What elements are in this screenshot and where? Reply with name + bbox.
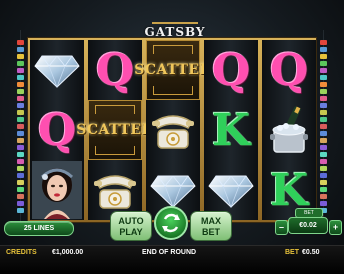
payline-indicator xyxy=(320,145,327,150)
status-bar: CREDITS €1,000.00 END OF ROUND BET €0.50 xyxy=(0,245,344,274)
game-logo: GATSBY xyxy=(144,25,206,39)
payline-indicator xyxy=(17,173,24,178)
payline-indicator xyxy=(17,89,24,94)
payline-indicator xyxy=(17,117,24,122)
payline-indicator xyxy=(320,194,327,199)
payline-indicator xyxy=(320,117,327,122)
payline-indicator xyxy=(320,124,327,129)
bet-status-label: BET xyxy=(285,249,299,256)
reel-3: SCATTER xyxy=(134,40,211,220)
reel-5: QK xyxy=(262,40,316,220)
payline-indicator xyxy=(17,68,24,73)
payline-indicator xyxy=(320,96,327,101)
queen-symbol-letter: Q xyxy=(37,104,77,156)
game-stage: GATSBY Q Q SCATTER SCATTER QK QK 25 LINES… xyxy=(0,0,344,274)
payline-indicator xyxy=(320,201,327,206)
payline-indicator xyxy=(17,131,24,136)
payline-indicator xyxy=(320,152,327,157)
payline-indicator xyxy=(17,40,24,45)
king-symbol-letter: K xyxy=(211,104,251,156)
payline-indicator xyxy=(17,47,24,52)
payline-indicators-left xyxy=(17,40,24,220)
spin-icon xyxy=(162,213,180,233)
autoplay-label-line1: AUTO xyxy=(118,216,144,226)
payline-indicator xyxy=(17,194,24,199)
payline-indicator xyxy=(17,103,24,108)
reel-frame: Q Q SCATTER SCATTER QK QK xyxy=(28,38,316,222)
queen-symbol: Q xyxy=(262,40,316,100)
credits-label: CREDITS xyxy=(6,249,37,256)
payline-indicator xyxy=(320,159,327,164)
scatter-symbol-text: SCATTER xyxy=(76,122,154,138)
bet-selector: BET – €0.02 + xyxy=(275,208,342,238)
payline-indicator xyxy=(320,110,327,115)
lines-button[interactable]: 25 LINES xyxy=(4,221,74,236)
scatter-symbol-text: SCATTER xyxy=(134,62,212,78)
payline-indicator xyxy=(320,82,327,87)
payline-indicator xyxy=(320,40,327,45)
queen-symbol-letter: Q xyxy=(211,44,251,96)
autoplay-label-line2: PLAY xyxy=(119,227,143,237)
payline-indicator xyxy=(320,61,327,66)
payline-indicator xyxy=(17,152,24,157)
payline-indicator xyxy=(320,187,327,192)
payline-indicator xyxy=(320,54,327,59)
credits-value: €1,000.00 xyxy=(52,249,84,256)
queen-symbol-letter: Q xyxy=(95,44,135,96)
payline-indicator xyxy=(320,173,327,178)
payline-indicator xyxy=(17,180,24,185)
bet-decrease-button[interactable]: – xyxy=(275,220,288,235)
payline-indicator xyxy=(17,208,24,213)
scatter-symbol: SCATTER xyxy=(76,100,153,160)
payline-indicator xyxy=(17,82,24,87)
payline-indicator xyxy=(320,138,327,143)
payline-indicator xyxy=(320,68,327,73)
bet-increase-button[interactable]: + xyxy=(329,220,342,235)
payline-indicator xyxy=(17,61,24,66)
maxbet-label-line2: BET xyxy=(202,227,220,237)
payline-indicator xyxy=(320,131,327,136)
bet-status-value: €0.50 xyxy=(302,249,320,256)
payline-indicator xyxy=(320,89,327,94)
diamond-icon xyxy=(30,40,84,100)
payline-indicator xyxy=(17,201,24,206)
telephone-icon xyxy=(146,100,200,160)
payline-indicator xyxy=(17,159,24,164)
payline-indicator xyxy=(17,166,24,171)
payline-indicators-right xyxy=(320,40,327,220)
payline-indicator xyxy=(17,138,24,143)
king-symbol: K xyxy=(204,100,258,160)
payline-indicator xyxy=(320,180,327,185)
flapper-woman-icon xyxy=(30,160,84,220)
queen-symbol-letter: Q xyxy=(269,44,309,96)
payline-indicator xyxy=(17,54,24,59)
bet-selector-value: €0.02 xyxy=(288,217,328,234)
autoplay-button[interactable]: AUTO PLAY xyxy=(110,211,152,241)
payline-indicator xyxy=(17,145,24,150)
max-bet-button[interactable]: MAX BET xyxy=(190,211,232,241)
payline-indicator xyxy=(320,166,327,171)
spin-button[interactable] xyxy=(154,206,188,240)
payline-indicator xyxy=(320,75,327,80)
reel-4: QK xyxy=(204,40,258,220)
payline-indicator xyxy=(17,110,24,115)
queen-symbol: Q xyxy=(204,40,258,100)
scatter-symbol: SCATTER xyxy=(134,40,211,100)
round-status: END OF ROUND xyxy=(142,249,197,256)
maxbet-label-line1: MAX xyxy=(201,216,221,226)
payline-indicator xyxy=(17,187,24,192)
payline-indicator xyxy=(17,96,24,101)
champagne-bucket-icon xyxy=(262,100,316,160)
payline-indicator xyxy=(320,47,327,52)
payline-indicator xyxy=(320,103,327,108)
payline-indicator xyxy=(17,124,24,129)
payline-indicator xyxy=(17,75,24,80)
